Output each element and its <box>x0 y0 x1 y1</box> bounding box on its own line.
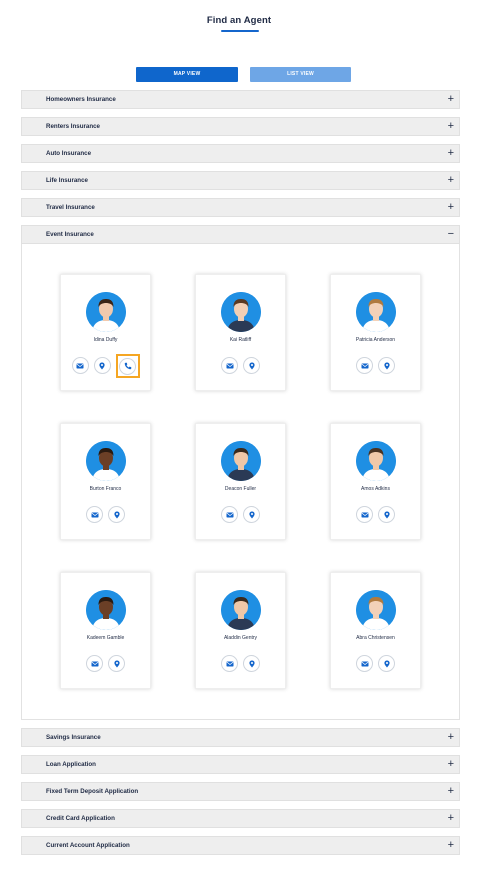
expand-plus-icon[interactable]: + <box>448 145 454 162</box>
avatar <box>356 590 396 630</box>
expand-plus-icon[interactable]: + <box>448 91 454 108</box>
location-pin-icon[interactable] <box>243 655 260 672</box>
mail-icon[interactable] <box>221 357 238 374</box>
accordion-item-renters[interactable]: Renters Insurance + <box>21 117 460 136</box>
accordion-label: Fixed Term Deposit Application <box>46 788 139 795</box>
agent-card[interactable]: Patricia Anderson <box>330 274 421 391</box>
agent-name: Kadeem Gamble <box>86 635 125 641</box>
accordion-label: Credit Card Application <box>46 815 115 822</box>
location-pin-icon[interactable] <box>378 506 395 523</box>
agent-card[interactable]: Idina Duffy <box>60 274 151 391</box>
location-pin-icon[interactable] <box>108 506 125 523</box>
agent-actions <box>196 655 285 672</box>
location-pin-icon[interactable] <box>378 655 395 672</box>
location-pin-icon[interactable] <box>378 357 395 374</box>
agent-name: Burton Franco <box>89 486 122 492</box>
location-pin-icon[interactable] <box>243 357 260 374</box>
agent-card[interactable]: Kadeem Gamble <box>60 572 151 689</box>
mail-icon[interactable] <box>356 357 373 374</box>
expand-plus-icon[interactable]: + <box>448 756 454 773</box>
expand-plus-icon[interactable]: + <box>448 783 454 800</box>
agent-card[interactable]: Kai Ratliff <box>195 274 286 391</box>
location-pin-icon[interactable] <box>93 357 111 374</box>
accordion-item-savings[interactable]: Savings Insurance + <box>21 728 460 747</box>
mail-icon[interactable] <box>356 655 373 672</box>
agent-actions <box>331 506 420 523</box>
avatar <box>221 292 261 332</box>
map-view-button[interactable]: MAP VIEW <box>136 67 238 82</box>
agent-card[interactable]: Abra Christensen <box>330 572 421 689</box>
accordion-item-homeowners[interactable]: Homeowners Insurance + <box>21 90 460 109</box>
agent-name: Deacon Fuller <box>224 486 257 492</box>
accordion-item-travel[interactable]: Travel Insurance + <box>21 198 460 217</box>
accordion-label: Loan Application <box>46 761 96 768</box>
accordion-item-current-account[interactable]: Current Account Application + <box>21 836 460 855</box>
agent-name: Amos Adkins <box>361 486 390 492</box>
agent-name: Patricia Anderson <box>355 337 396 343</box>
agent-name: Aladdin Gentry <box>223 635 258 641</box>
list-view-button[interactable]: LIST VIEW <box>250 67 351 82</box>
avatar <box>221 441 261 481</box>
agent-name: Abra Christensen <box>356 635 395 641</box>
agent-card[interactable]: Aladdin Gentry <box>195 572 286 689</box>
mail-icon[interactable] <box>86 506 103 523</box>
agent-card[interactable]: Burton Franco <box>60 423 151 540</box>
expand-plus-icon[interactable]: + <box>448 729 454 746</box>
accordion-item-credit-card[interactable]: Credit Card Application + <box>21 809 460 828</box>
avatar <box>356 292 396 332</box>
accordion-item-auto[interactable]: Auto Insurance + <box>21 144 460 163</box>
accordion-label: Current Account Application <box>46 842 130 849</box>
mail-icon[interactable] <box>71 357 89 374</box>
accordion-label: Event Insurance <box>46 231 94 238</box>
expand-plus-icon[interactable]: + <box>448 172 454 189</box>
agent-actions <box>61 354 150 378</box>
page-title: Find an Agent <box>206 15 272 26</box>
avatar <box>86 590 126 630</box>
accordion-label: Auto Insurance <box>46 150 92 157</box>
agent-card[interactable]: Amos Adkins <box>330 423 421 540</box>
expand-plus-icon[interactable]: + <box>448 810 454 827</box>
mail-icon[interactable] <box>221 655 238 672</box>
agent-actions <box>331 357 420 374</box>
mail-icon[interactable] <box>356 506 373 523</box>
accordion-label: Travel Insurance <box>46 204 95 211</box>
collapse-minus-icon[interactable]: − <box>448 226 454 243</box>
title-underline <box>221 30 259 32</box>
accordion-label: Renters Insurance <box>46 123 100 130</box>
accordion-label: Savings Insurance <box>46 734 101 741</box>
agent-name: Kai Ratliff <box>229 337 252 343</box>
mail-icon[interactable] <box>86 655 103 672</box>
accordion-item-event[interactable]: Event Insurance − <box>21 225 460 244</box>
expand-plus-icon[interactable]: + <box>448 199 454 216</box>
accordion-label: Homeowners Insurance <box>46 96 116 103</box>
accordion-item-loan[interactable]: Loan Application + <box>21 755 460 774</box>
agent-actions <box>61 655 150 672</box>
mail-icon[interactable] <box>221 506 238 523</box>
expand-plus-icon[interactable]: + <box>448 118 454 135</box>
avatar <box>86 441 126 481</box>
agent-name: Idina Duffy <box>93 337 118 343</box>
agent-actions <box>331 655 420 672</box>
accordion-item-fixed-term-deposit[interactable]: Fixed Term Deposit Application + <box>21 782 460 801</box>
agent-actions <box>196 506 285 523</box>
expand-plus-icon[interactable]: + <box>448 837 454 854</box>
phone-icon[interactable] <box>119 357 136 375</box>
accordion-item-life[interactable]: Life Insurance + <box>21 171 460 190</box>
agent-actions <box>196 357 285 374</box>
accordion-label: Life Insurance <box>46 177 88 184</box>
agent-actions <box>61 506 150 523</box>
avatar <box>356 441 396 481</box>
avatar <box>86 292 126 332</box>
location-pin-icon[interactable] <box>108 655 125 672</box>
agent-card[interactable]: Deacon Fuller <box>195 423 286 540</box>
avatar <box>221 590 261 630</box>
focused-phone-button[interactable] <box>115 354 140 378</box>
location-pin-icon[interactable] <box>243 506 260 523</box>
